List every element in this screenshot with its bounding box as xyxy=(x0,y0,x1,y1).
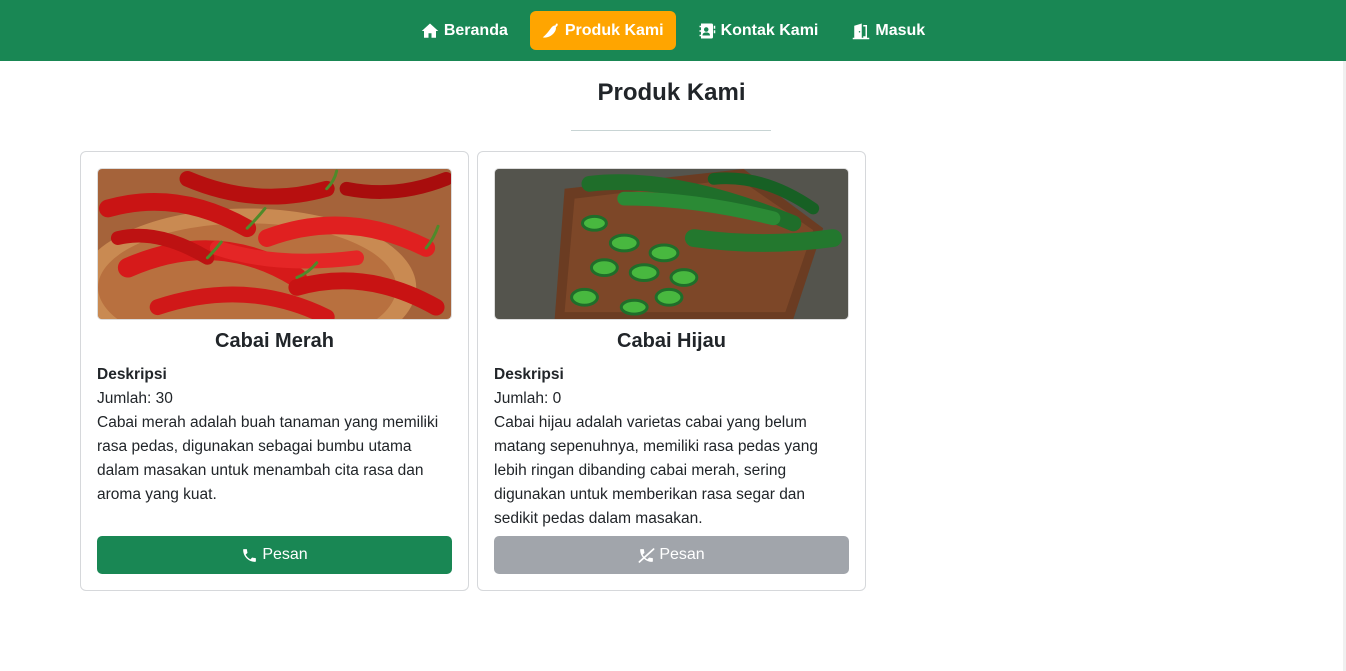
product-quantity: Jumlah: 0 xyxy=(494,390,562,407)
product-name: Cabai Merah xyxy=(215,330,334,352)
description-label: Deskripsi xyxy=(494,366,564,383)
page-title: Produk Kami xyxy=(597,79,746,106)
order-button-label: Pesan xyxy=(262,546,308,563)
nav-item-masuk[interactable]: Masuk xyxy=(840,11,937,50)
order-button-disabled[interactable]: Pesan xyxy=(494,536,849,574)
nav-item-label: Kontak Kami xyxy=(720,21,819,39)
product-image-green-chili xyxy=(494,168,849,320)
phone-slash-icon xyxy=(638,547,655,563)
product-details: Deskripsi Jumlah: 30 Cabai merah adalah … xyxy=(97,363,452,507)
product-description: Cabai merah adalah buah tanaman yang mem… xyxy=(97,414,439,503)
nav-item-label: Beranda xyxy=(443,21,508,39)
product-quantity: Jumlah: 30 xyxy=(97,390,173,407)
product-description: Cabai hijau adalah varietas cabai yang b… xyxy=(494,414,818,527)
nav-item-kontak-kami[interactable]: Kontak Kami xyxy=(686,11,831,50)
product-details: Deskripsi Jumlah: 0 Cabai hijau adalah v… xyxy=(494,363,849,531)
chili-icon xyxy=(542,23,558,38)
nav-item-produk-kami[interactable]: Produk Kami xyxy=(529,11,676,50)
product-name: Cabai Hijau xyxy=(617,330,726,352)
nav-item-beranda[interactable]: Beranda xyxy=(409,11,520,50)
product-image-red-chili xyxy=(97,168,452,320)
nav-item-label: Produk Kami xyxy=(564,21,664,39)
nav-item-label: Masuk xyxy=(875,21,926,39)
door-open-icon xyxy=(853,23,870,39)
order-button-label: Pesan xyxy=(659,546,705,563)
description-label: Deskripsi xyxy=(97,366,167,383)
address-book-icon xyxy=(699,23,715,38)
home-icon xyxy=(421,23,439,38)
order-button[interactable]: Pesan xyxy=(97,536,452,574)
title-divider xyxy=(571,130,771,131)
phone-icon xyxy=(243,548,257,562)
product-card-cabai-hijau: Cabai Hijau Deskripsi Jumlah: 0 Cabai hi… xyxy=(477,151,866,591)
product-card-cabai-merah: Cabai Merah Deskripsi Jumlah: 30 Cabai m… xyxy=(80,151,469,591)
navbar: Beranda Produk Kami Kontak Kami Masuk xyxy=(0,0,1346,61)
